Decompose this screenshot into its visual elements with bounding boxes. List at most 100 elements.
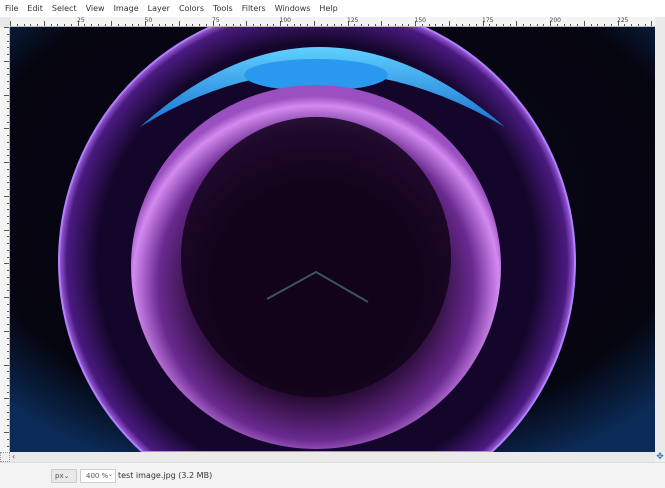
ruler-tick — [23, 24, 25, 26]
ruler-tick — [97, 24, 99, 26]
menu-select[interactable]: Select — [52, 4, 77, 13]
menu-tools[interactable]: Tools — [213, 4, 233, 13]
horizontal-scrollbar[interactable] — [10, 452, 655, 462]
ruler-tick — [523, 24, 524, 26]
ruler-tick — [226, 24, 227, 26]
ruler-tick — [7, 290, 9, 292]
navigate-icon[interactable]: ✥ — [655, 452, 665, 462]
quick-mask-icon[interactable] — [0, 452, 10, 462]
ruler-tick — [354, 24, 356, 26]
menu-help[interactable]: Help — [319, 4, 337, 13]
ruler-tick — [313, 21, 315, 26]
ruler-tick — [273, 24, 275, 26]
ruler-tick — [7, 249, 9, 251]
ruler-tick — [4, 364, 9, 366]
ruler-tick — [300, 24, 302, 26]
menu-layer[interactable]: Layer — [148, 4, 170, 13]
ruler-tick — [334, 24, 335, 26]
ruler-tick — [7, 310, 9, 312]
ruler-tick — [631, 24, 632, 26]
ruler-tick — [172, 24, 173, 26]
ruler-tick — [4, 432, 9, 433]
menu-view[interactable]: View — [86, 4, 105, 13]
menu-filters[interactable]: Filters — [242, 4, 266, 13]
ruler-tick — [394, 24, 396, 26]
ruler-tick — [7, 168, 9, 170]
ruler-tick — [7, 283, 9, 285]
ruler-tick — [266, 24, 268, 26]
ruler-tick — [583, 21, 585, 26]
ruler-tick — [7, 411, 9, 413]
ruler-tick — [70, 24, 72, 26]
ruler-corner[interactable] — [0, 17, 10, 27]
ruler-tick — [253, 24, 254, 26]
ruler-tick — [7, 67, 9, 69]
ruler-tick — [64, 24, 65, 26]
vertical-scrollbar[interactable] — [655, 17, 665, 452]
ruler-tick — [7, 40, 9, 42]
ruler-tick — [590, 24, 592, 26]
ruler-tick — [428, 24, 430, 26]
ruler-tick — [7, 243, 9, 244]
menu-edit[interactable]: Edit — [27, 4, 43, 13]
scroll-left-arrow-icon[interactable]: ‹ — [12, 452, 15, 462]
ruler-tick — [455, 24, 457, 26]
menu-colors[interactable]: Colors — [179, 4, 204, 13]
ruler-tick — [489, 24, 491, 26]
zoom-value: 400 % — [86, 472, 109, 480]
ruler-tick — [4, 94, 9, 96]
ruler-tick — [7, 337, 9, 339]
menu-file[interactable]: File — [5, 4, 18, 13]
ruler-tick — [7, 74, 9, 76]
inner-core — [181, 117, 451, 397]
ruler-tick — [7, 303, 9, 305]
status-bar: px⌄ 400 % ⌄ test image.jpg (3.2 MB) — [0, 462, 665, 488]
horizontal-ruler[interactable]: 25 50 75 100 125 150 175 200 225 — [10, 17, 655, 27]
ruler-tick — [7, 317, 9, 319]
ruler-tick — [7, 418, 9, 420]
ruler-tick — [475, 24, 477, 26]
ruler-tick — [7, 256, 9, 258]
ruler-tick — [178, 21, 180, 26]
ruler-tick — [543, 24, 545, 26]
ruler-tick — [388, 24, 389, 26]
ruler-tick — [7, 438, 9, 440]
ruler-tick — [448, 21, 450, 26]
ruler-tick — [37, 24, 38, 26]
ruler-tick — [644, 24, 646, 26]
ruler-tick — [307, 24, 308, 26]
ruler-tick — [509, 24, 511, 26]
ruler-tick — [408, 24, 410, 26]
image-canvas[interactable] — [10, 27, 655, 452]
vertical-ruler[interactable] — [0, 27, 10, 452]
ruler-tick — [462, 24, 464, 26]
unit-select[interactable]: px⌄ — [51, 469, 77, 483]
ruler-tick — [239, 24, 241, 26]
ruler-label: 200 — [549, 17, 561, 24]
ruler-tick — [57, 24, 59, 26]
file-info: test image.jpg (3.2 MB) — [118, 471, 213, 480]
ruler-tick — [4, 398, 9, 400]
ruler-tick — [165, 24, 167, 26]
ruler-tick — [320, 24, 322, 26]
ruler-tick — [361, 24, 362, 26]
ruler-tick — [367, 24, 369, 26]
ruler-tick — [7, 357, 9, 359]
ruler-tick — [7, 384, 9, 386]
menu-windows[interactable]: Windows — [275, 4, 311, 13]
ruler-tick — [7, 202, 9, 204]
chevron-down-icon[interactable]: ⌄ — [108, 469, 116, 483]
ruler-tick — [7, 270, 9, 271]
ruler-tick — [442, 24, 443, 26]
ruler-tick — [293, 24, 295, 26]
ruler-label: 50 — [144, 17, 153, 24]
ruler-tick — [502, 24, 504, 26]
ruler-tick — [7, 141, 9, 143]
menu-image[interactable]: Image — [114, 4, 139, 13]
ruler-tick — [624, 24, 626, 26]
ruler-tick — [192, 24, 194, 26]
unit-value: px — [55, 472, 64, 480]
ruler-label: 75 — [212, 17, 220, 24]
ruler-label: 100 — [279, 17, 291, 24]
ruler-tick — [7, 209, 9, 211]
